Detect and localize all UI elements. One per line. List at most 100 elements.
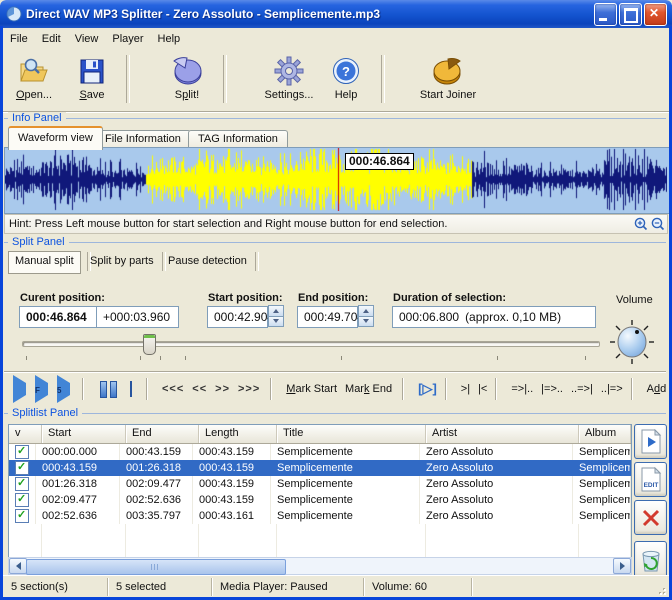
snap-start-forward-button[interactable]: =>|.. (511, 383, 533, 395)
menu-file[interactable]: File (3, 31, 35, 47)
seek-back-button[interactable]: << (192, 383, 207, 395)
jump-to-end-button[interactable]: >| (461, 383, 470, 395)
table-header: v Start End Length Title Artist Album (9, 425, 631, 444)
info-panel-border (4, 118, 666, 119)
snap-start-back-button[interactable]: |=>.. (541, 383, 563, 395)
save-floppy-icon (79, 55, 105, 87)
hint-text: Hint: Press Left mouse button for start … (5, 218, 633, 230)
title-bar[interactable]: Direct WAV MP3 Splitter - Zero Assoluto … (0, 0, 672, 28)
scroll-right-button[interactable] (613, 558, 631, 574)
split-panel-border (4, 242, 666, 243)
info-panel-label: Info Panel (8, 112, 66, 124)
zoom-out-button[interactable] (650, 217, 665, 232)
slider-track[interactable] (22, 341, 600, 347)
minimize-button[interactable] (594, 3, 617, 26)
table-row-selected[interactable]: 000:43.159001:26.318 000:43.159Semplicem… (9, 460, 631, 476)
snap-end-forward-button[interactable]: ..=>| (571, 383, 593, 395)
start-position-field[interactable]: 000:42.904 (207, 306, 268, 328)
play-button[interactable] (13, 383, 26, 395)
row-checkbox[interactable] (15, 445, 29, 459)
open-button[interactable]: Open... (9, 49, 59, 109)
position-slider[interactable] (22, 334, 600, 360)
tab-split-by-parts[interactable]: Split by parts (90, 255, 154, 267)
table-row[interactable]: 000:00.000000:43.159 000:43.159Semplicem… (9, 444, 631, 460)
play-from-start-button[interactable]: F (35, 383, 48, 395)
spin-up-icon[interactable] (268, 305, 284, 316)
svg-text:EDIT: EDIT (643, 482, 658, 489)
column-length[interactable]: Length (199, 425, 277, 443)
pause-button[interactable] (100, 381, 117, 398)
table-row[interactable]: 002:52.636003:35.797 000:43.161Semplicem… (9, 508, 631, 524)
current-position-label: Curent position: (20, 292, 105, 304)
zoom-in-button[interactable] (633, 217, 648, 232)
scroll-left-button[interactable] (9, 558, 27, 574)
tab-pause-detection[interactable]: Pause detection (168, 255, 247, 267)
row-checkbox[interactable] (15, 461, 29, 475)
column-artist[interactable]: Artist (426, 425, 579, 443)
row-checkbox[interactable] (15, 493, 29, 507)
splitlist-table: v Start End Length Title Artist Album 00… (8, 424, 632, 559)
spin-down-icon[interactable] (268, 316, 284, 328)
menu-view[interactable]: View (68, 31, 106, 47)
column-check[interactable]: v (9, 425, 42, 443)
delete-section-button[interactable] (634, 500, 667, 535)
help-button[interactable]: ? Help (323, 49, 369, 109)
clear-splitlist-button[interactable] (634, 541, 667, 578)
main-toolbar: Open... Save Split! (3, 49, 669, 112)
edit-section-button[interactable]: EDIT (634, 462, 667, 497)
end-position-spinner[interactable] (358, 305, 374, 327)
toolbar-separator (126, 55, 130, 103)
menu-edit[interactable]: Edit (35, 31, 68, 47)
column-end[interactable]: End (126, 425, 199, 443)
save-button[interactable]: Save (69, 49, 115, 109)
tab-manual-split[interactable]: Manual split (8, 251, 81, 274)
spin-down-icon[interactable] (358, 316, 374, 328)
spin-up-icon[interactable] (358, 305, 374, 316)
snap-end-back-button[interactable]: ..|=> (601, 383, 623, 395)
row-checkbox[interactable] (15, 509, 29, 523)
stop-button[interactable] (130, 381, 132, 397)
maximize-button[interactable] (619, 3, 642, 26)
waveform-canvas[interactable] (5, 148, 667, 211)
scroll-thumb[interactable] (26, 559, 286, 575)
window-title: Direct WAV MP3 Splitter - Zero Assoluto … (26, 7, 592, 21)
column-album[interactable]: Album (579, 425, 631, 443)
column-start[interactable]: Start (42, 425, 126, 443)
mark-start-button[interactable]: Mark Start (286, 383, 337, 395)
start-position-spinner[interactable] (268, 305, 284, 327)
toolbar-separator (223, 55, 227, 103)
settings-button[interactable]: Settings... (255, 49, 323, 109)
table-row[interactable]: 001:26.318002:09.477 000:43.159Semplicem… (9, 476, 631, 492)
hint-bar: Hint: Press Left mouse button for start … (4, 214, 668, 234)
mark-end-button[interactable]: Mark End (345, 383, 392, 395)
jump-to-start-button[interactable]: |< (478, 383, 487, 395)
split-button[interactable]: Split! (157, 49, 217, 109)
table-row[interactable]: 002:09.477002:52.636 000:43.159Semplicem… (9, 492, 631, 508)
play-section-button[interactable] (634, 424, 667, 459)
slider-thumb[interactable] (143, 334, 156, 355)
table-hscrollbar[interactable] (8, 557, 632, 575)
menu-player[interactable]: Player (105, 31, 150, 47)
tab-waveform-view[interactable]: Waveform view (8, 126, 103, 150)
row-checkbox[interactable] (15, 477, 29, 491)
volume-knob[interactable] (608, 318, 656, 366)
maximize-icon (624, 8, 638, 23)
resize-grip[interactable] (655, 584, 667, 596)
transport-bar: F 5 <<< << >> >>> Mark Start Mark End [▷… (4, 375, 666, 403)
start-position-label: Start position: (208, 292, 283, 304)
end-position-field[interactable]: 000:49.704 (297, 306, 358, 328)
play-selection-button[interactable]: [▷] (418, 381, 437, 397)
start-joiner-button[interactable]: Start Joiner (406, 49, 490, 109)
svg-text:?: ? (342, 64, 350, 79)
play-last-seconds-button[interactable]: 5 (57, 383, 70, 395)
seek-forward-fast-button[interactable]: >>> (238, 383, 260, 395)
page-edit-icon: EDIT (640, 467, 662, 492)
waveform-display[interactable]: 000:46.864 (4, 147, 670, 214)
cursor-time-label: 000:46.864 (345, 153, 414, 170)
menu-help[interactable]: Help (151, 31, 188, 47)
split-pie-icon (171, 55, 203, 87)
column-title[interactable]: Title (277, 425, 426, 443)
seek-back-fast-button[interactable]: <<< (162, 383, 184, 395)
seek-forward-button[interactable]: >> (215, 383, 230, 395)
close-button[interactable] (644, 3, 667, 26)
